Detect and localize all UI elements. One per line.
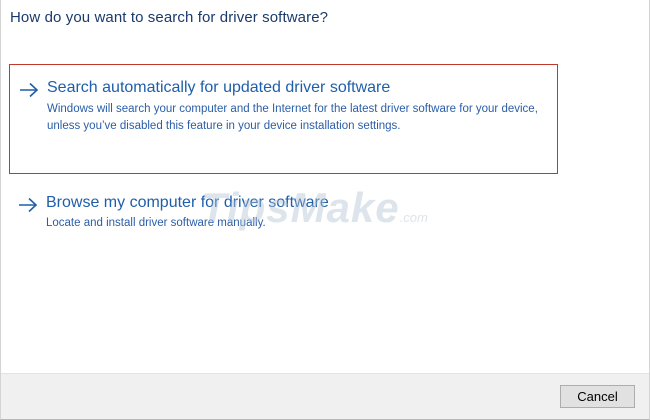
- arrow-right-icon: [19, 197, 38, 213]
- search-automatically-option[interactable]: Search automatically for updated driver …: [9, 64, 558, 174]
- driver-update-dialog: How do you want to search for driver sof…: [0, 0, 650, 420]
- dialog-footer: Cancel: [1, 373, 649, 419]
- dialog-heading: How do you want to search for driver sof…: [10, 9, 329, 26]
- search-automatically-description: Windows will search your computer and th…: [47, 103, 538, 132]
- search-automatically-title[interactable]: Search automatically for updated driver …: [47, 79, 390, 97]
- browse-computer-option[interactable]: Browse my computer for driver software L…: [9, 186, 558, 246]
- arrow-right-icon: [20, 82, 39, 98]
- browse-computer-title[interactable]: Browse my computer for driver software: [46, 194, 329, 212]
- browse-computer-description: Locate and install driver software manua…: [46, 217, 266, 229]
- cancel-button[interactable]: Cancel: [560, 385, 635, 408]
